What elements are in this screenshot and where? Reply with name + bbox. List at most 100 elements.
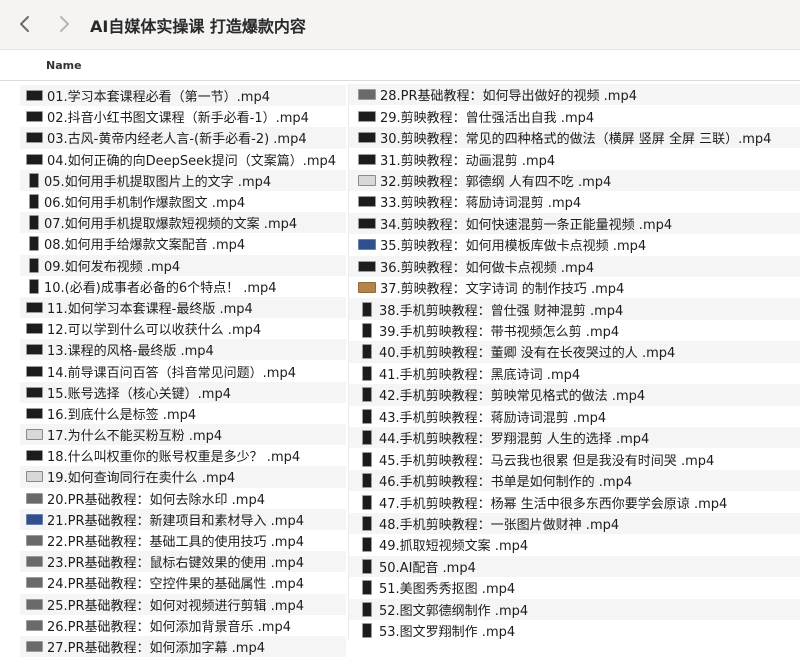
file-name: 06.如何用手机制作爆款图文 .mp4 [44,196,246,212]
video-file-icon [26,619,43,631]
file-name: 30.剪映教程：常见的四种格式的做法（横屏 竖屏 全屏 三联）.mp4 [380,132,772,148]
file-row[interactable]: 26.PR基础教程：如何添加背景音乐 .mp4 [20,615,346,636]
file-row[interactable]: 24.PR基础教程：空控件果的基础属性 .mp4 [20,572,346,593]
file-row[interactable]: 36.剪映教程：如何做卡点视频 .mp4 [349,255,800,277]
file-list-left: 01.学习本套课程必看（第一节）.mp4 02.抖音小红书图文课程（新手必看-1）… [20,85,346,658]
video-file-icon [362,558,372,574]
file-name: 24.PR基础教程：空控件果的基础属性 .mp4 [47,577,304,593]
video-file-icon [26,450,43,462]
file-name: 36.剪映教程：如何做卡点视频 .mp4 [380,260,595,276]
video-file-icon [26,407,43,419]
file-row[interactable]: 14.前导课百问百答（抖音常见问题）.mp4 [20,360,346,381]
file-row[interactable]: 22.PR基础教程：基础工具的使用技巧 .mp4 [20,530,346,551]
file-row[interactable]: 07.如何用手机提取爆款短视频的文案 .mp4 [20,212,346,234]
forward-button[interactable] [49,9,79,39]
file-row[interactable]: 43.手机剪映教程：蒋励诗词混剪 .mp4 [349,406,800,427]
file-row[interactable]: 50.AI配音 .mp4 [349,555,800,578]
file-row[interactable]: 42.手机剪映教程：剪映常见格式的做法 .mp4 [349,384,800,406]
file-row[interactable]: 40.手机剪映教程：董卿 没有在长夜哭过的人 .mp4 [349,341,800,363]
file-row[interactable]: 28.PR基础教程：如何导出做好的视频 .mp4 [349,84,800,106]
file-row[interactable]: 02.抖音小红书图文课程（新手必看-1）.mp4 [20,106,346,127]
file-row[interactable]: 44.手机剪映教程：罗翔混剪 人生的选择 .mp4 [349,427,800,449]
file-row[interactable]: 04.如何正确的向DeepSeek提问（文案篇）.mp4 [20,149,346,170]
file-row[interactable]: 17.为什么不能买粉互粉 .mp4 [20,424,346,446]
file-name: 18.什么叫权重你的账号权重是多少？ .mp4 [47,450,301,466]
file-name: 25.PR基础教程：如何对视频进行剪辑 .mp4 [47,598,304,614]
file-row[interactable]: 06.如何用手机制作爆款图文 .mp4 [20,191,346,212]
file-row[interactable]: 30.剪映教程：常见的四种格式的做法（横屏 竖屏 全屏 三联）.mp4 [349,126,800,149]
file-row[interactable]: 11.如何学习本套课程-最终版 .mp4 [20,296,346,319]
file-row[interactable]: 41.手机剪映教程：黑底诗词 .mp4 [349,363,800,384]
file-row[interactable]: 31.剪映教程：动画混剪 .mp4 [349,148,800,169]
file-name: 42.手机剪映教程：剪映常见格式的做法 .mp4 [379,389,646,405]
video-file-icon [358,174,376,186]
file-row[interactable]: 49.抓取短视频文案 .mp4 [349,534,800,555]
file-row[interactable]: 32.剪映教程：郭德纲 人有四不吃 .mp4 [349,169,800,192]
video-file-icon [358,153,376,165]
file-row[interactable]: 25.PR基础教程：如何对视频进行剪辑 .mp4 [20,593,346,615]
file-row[interactable]: 45.手机剪映教程：马云我也很累 但是我没有时间哭 .mp4 [349,448,800,469]
video-file-icon [26,90,43,102]
video-file-icon [29,236,39,252]
file-row[interactable]: 46.手机剪映教程：书单是如何制作的 .mp4 [349,469,800,492]
file-row[interactable]: 20.PR基础教程：如何去除水印 .mp4 [20,488,346,509]
file-row[interactable]: 27.PR基础教程：如何添加字幕 .mp4 [20,635,346,658]
file-name: 08.如何用手给爆款文案配音 .mp4 [44,238,246,254]
file-row[interactable]: 08.如何用手给爆款文案配音 .mp4 [20,233,346,254]
file-row[interactable]: 23.PR基础教程：鼠标右键效果的使用 .mp4 [20,551,346,573]
file-name: 38.手机剪映教程：曾仕强 财神混剪 .mp4 [379,303,624,319]
file-row[interactable]: 05.如何用手机提取图片上的文字 .mp4 [20,169,346,191]
video-file-icon [26,153,43,165]
file-row[interactable]: 47.手机剪映教程：杨幂 生活中很多东西你要学会原谅 .mp4 [349,491,800,512]
back-button[interactable] [10,9,40,39]
video-file-icon [26,344,43,356]
file-row[interactable]: 38.手机剪映教程：曾仕强 财神混剪 .mp4 [349,298,800,320]
file-row[interactable]: 52.图文郭德纲制作 .mp4 [349,598,800,620]
file-row[interactable]: 18.什么叫权重你的账号权重是多少？ .mp4 [20,445,346,466]
file-row[interactable]: 34.剪映教程：如何快速混剪一条正能量视频 .mp4 [349,212,800,235]
video-file-icon [26,598,43,610]
file-row[interactable]: 35.剪映教程：如何用模板库做卡点视频 .mp4 [349,234,800,255]
video-file-icon [362,408,372,424]
file-row[interactable]: 09.如何发布视频 .mp4 [20,254,346,276]
file-name: 52.图文郭德纲制作 .mp4 [379,603,529,619]
file-list-right: 28.PR基础教程：如何导出做好的视频 .mp4 29.剪映教程：曾仕强活出自我 … [348,84,800,642]
file-row[interactable]: 48.手机剪映教程：一张图片做财神 .mp4 [349,512,800,535]
file-row[interactable]: 03.古风-黄帝内经老人言-(新手必看-2) .mp4 [20,127,346,149]
file-row[interactable]: 19.如何查询同行在卖什么 .mp4 [20,466,346,488]
file-row[interactable]: 37.剪映教程：文字诗词 的制作技巧 .mp4 [349,277,800,298]
file-name: 16.到底什么是标签 .mp4 [47,407,197,423]
file-name: 32.剪映教程：郭德纲 人有四不吃 .mp4 [380,174,612,190]
file-row[interactable]: 29.剪映教程：曾仕强活出自我 .mp4 [349,105,800,126]
file-name: 46.手机剪映教程：书单是如何制作的 .mp4 [379,475,633,491]
name-column-header[interactable]: Name [46,59,82,72]
file-row[interactable]: 01.学习本套课程必看（第一节）.mp4 [20,85,346,107]
video-file-icon [362,365,372,381]
file-row[interactable]: 16.到底什么是标签 .mp4 [20,403,346,424]
file-name: 09.如何发布视频 .mp4 [44,259,181,275]
file-row[interactable]: 15.账号选择（核心关键）.mp4 [20,381,346,403]
file-row[interactable]: 33.剪映教程：蒋励诗词混剪 .mp4 [349,191,800,212]
video-file-icon [358,282,376,294]
file-row[interactable]: 21.PR基础教程：新建项目和素材导入 .mp4 [20,508,346,530]
video-file-icon [26,429,43,441]
file-row[interactable]: 53.图文罗翔制作 .mp4 [349,620,800,641]
file-name: 51.美图秀秀抠图 .mp4 [379,582,516,598]
file-row[interactable]: 10.(必看)成事者必备的6个特点！ .mp4 [20,276,346,297]
file-name: 23.PR基础教程：鼠标右键效果的使用 .mp4 [47,556,304,572]
file-row[interactable]: 12.可以学到什么可以收获什么 .mp4 [20,318,346,339]
file-row[interactable]: 39.手机剪映教程：带书视频怎么剪 .mp4 [349,320,800,341]
video-file-icon [362,301,372,317]
video-file-icon [26,386,43,398]
file-row[interactable]: 51.美图秀秀抠图 .mp4 [349,577,800,598]
file-row[interactable]: 13.课程的风格-最终版 .mp4 [20,339,346,361]
file-name: 28.PR基础教程：如何导出做好的视频 .mp4 [380,89,637,105]
title-bar: AI自媒体实操课 打造爆款内容 [0,0,800,50]
video-file-icon [29,257,39,273]
file-name: 31.剪映教程：动画混剪 .mp4 [380,153,556,169]
file-name: 05.如何用手机提取图片上的文字 .mp4 [44,174,272,190]
video-file-icon [362,580,372,596]
file-name: 45.手机剪映教程：马云我也很累 但是我没有时间哭 .mp4 [379,453,715,469]
video-file-icon [26,556,43,568]
video-file-icon [358,132,376,144]
